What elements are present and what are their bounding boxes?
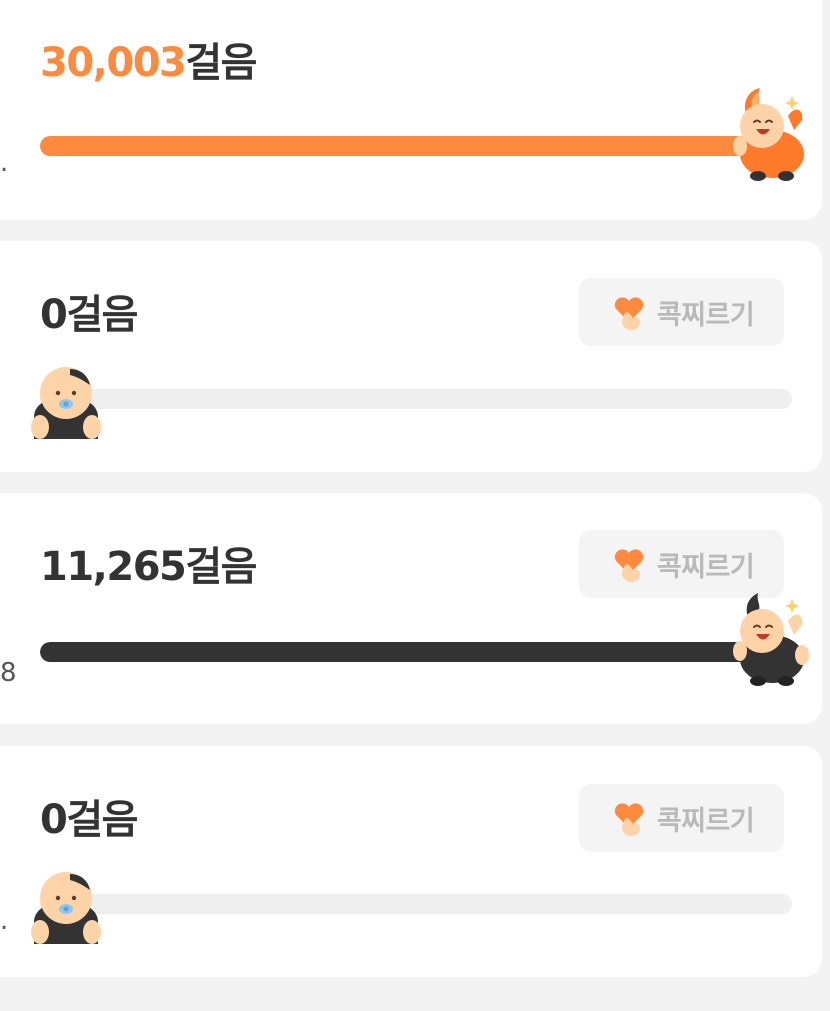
baby-pacifier-mascot-icon bbox=[31, 367, 101, 439]
side-rank-mark: . bbox=[0, 906, 9, 936]
heart-poke-icon bbox=[609, 798, 649, 838]
step-progress-fill bbox=[40, 136, 792, 156]
step-number: 0 bbox=[40, 797, 68, 843]
poke-button-label: 콕찌르기 bbox=[656, 805, 755, 837]
step-progress-track bbox=[40, 642, 792, 662]
step-unit: 걸음 bbox=[66, 292, 138, 338]
poke-button[interactable]: 콕찌르기 bbox=[579, 278, 784, 346]
step-count: 0걸음 bbox=[40, 292, 138, 338]
step-count: 0걸음 bbox=[40, 797, 138, 843]
step-unit: 걸음 bbox=[185, 544, 257, 590]
friend-step-card: 11,265걸음 콕찌르기 bbox=[0, 493, 822, 724]
baby-pacifier-mascot-icon bbox=[31, 872, 101, 944]
step-unit: 걸음 bbox=[185, 40, 257, 86]
friend-step-card: 30,003걸음 bbox=[0, 0, 822, 220]
step-number: 0 bbox=[40, 292, 68, 338]
step-progress-track bbox=[40, 894, 792, 914]
step-number: 11,265 bbox=[40, 544, 187, 590]
friend-step-card: 0걸음 콕찌르기 bbox=[0, 746, 822, 977]
heart-poke-icon bbox=[609, 292, 649, 332]
step-count: 30,003걸음 bbox=[40, 40, 257, 86]
side-rank-mark: 8 bbox=[0, 658, 17, 688]
poke-button-label: 콕찌르기 bbox=[656, 299, 755, 331]
step-progress-track bbox=[40, 389, 792, 409]
step-number: 30,003 bbox=[40, 40, 187, 86]
side-rank-mark: . bbox=[0, 148, 9, 178]
dark-cheering-mascot-icon bbox=[733, 593, 809, 686]
step-progress-track bbox=[40, 136, 792, 156]
step-count: 11,265걸음 bbox=[40, 544, 257, 590]
friend-step-card: 0걸음 콕찌르기 bbox=[0, 241, 822, 472]
heart-poke-icon bbox=[609, 544, 649, 584]
poke-button[interactable]: 콕찌르기 bbox=[579, 530, 784, 598]
orange-cheering-mascot-icon bbox=[733, 88, 804, 181]
step-unit: 걸음 bbox=[66, 797, 138, 843]
step-progress-fill bbox=[40, 642, 792, 662]
poke-button-label: 콕찌르기 bbox=[656, 551, 755, 583]
poke-button[interactable]: 콕찌르기 bbox=[579, 784, 784, 852]
